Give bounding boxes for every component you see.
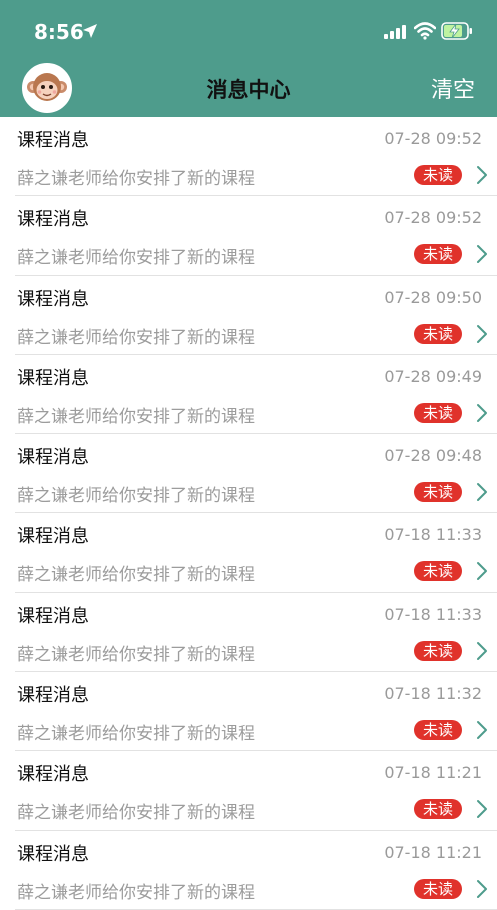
- message-list: 课程消息 07-28 09:52 薛之谦老师给你安排了新的课程 未读 课程消息 07-28…: [0, 117, 497, 910]
- message-preview: 薛之谦老师给你安排了新的课程: [17, 724, 255, 745]
- message-item[interactable]: 课程消息 07-18 11:32 薛之谦老师给你安排了新的课程 未读: [15, 672, 497, 752]
- message-item[interactable]: 课程消息 07-28 09:50 薛之谦老师给你安排了新的课程 未读: [15, 276, 497, 355]
- top-bar: 8:56 消息中心 清空: [0, 0, 497, 117]
- wifi-icon: [414, 22, 436, 40]
- unread-badge: 未读: [413, 244, 462, 265]
- message-title: 课程消息: [17, 209, 89, 231]
- message-title: 课程消息: [17, 843, 89, 865]
- message-item[interactable]: 课程消息 07-28 09:52 薛之谦老师给你安排了新的课程 未读: [15, 117, 497, 197]
- unread-badge: 未读: [413, 878, 462, 899]
- battery-charging-icon: [441, 22, 472, 40]
- message-preview: 薛之谦老师给你安排了新的课程: [17, 169, 255, 189]
- message-time: 07-18 11:33: [384, 525, 482, 545]
- cellular-signal-icon: [384, 25, 406, 39]
- chevron-right-icon: [477, 562, 487, 581]
- unread-badge: 未读: [413, 482, 462, 503]
- message-time: 07-28 09:50: [384, 287, 482, 307]
- unread-badge: 未读: [413, 720, 462, 741]
- message-title: 课程消息: [17, 685, 89, 707]
- message-preview: 薛之谦老师给你安排了新的课程: [17, 882, 255, 903]
- unread-badge: 未读: [413, 799, 462, 820]
- message-preview: 薛之谦老师给你安排了新的课程: [17, 803, 255, 824]
- unread-badge: 未读: [413, 561, 462, 582]
- page-title: 消息中心: [206, 78, 291, 102]
- unread-badge: 未读: [413, 323, 462, 344]
- message-preview: 薛之谦老师给你安排了新的课程: [17, 327, 255, 348]
- chevron-right-icon: [477, 245, 487, 264]
- message-item[interactable]: 课程消息 07-28 09:52 薛之谦老师给你安排了新的课程 未读: [15, 196, 497, 276]
- message-title: 课程消息: [17, 447, 89, 469]
- message-time: 07-28 09:52: [384, 129, 482, 148]
- message-time: 07-28 09:52: [384, 208, 482, 228]
- message-item[interactable]: 课程消息 07-28 09:49 薛之谦老师给你安排了新的课程 未读: [15, 355, 497, 435]
- chevron-right-icon: [477, 800, 487, 819]
- unread-badge: 未读: [413, 640, 462, 661]
- message-item[interactable]: 课程消息 07-18 11:33 薛之谦老师给你安排了新的课程 未读: [15, 593, 497, 673]
- chevron-right-icon: [477, 483, 487, 502]
- message-title: 课程消息: [17, 526, 89, 548]
- status-time: 8:56: [34, 20, 84, 44]
- message-title: 课程消息: [17, 367, 89, 389]
- message-preview: 薛之谦老师给你安排了新的课程: [17, 486, 255, 507]
- message-time: 07-18 11:21: [384, 842, 482, 862]
- clear-button[interactable]: 清空: [431, 72, 475, 104]
- message-time: 07-18 11:33: [384, 604, 482, 624]
- message-time: 07-28 09:49: [384, 366, 482, 386]
- message-title: 课程消息: [17, 288, 89, 310]
- unread-badge: 未读: [413, 165, 462, 185]
- message-preview: 薛之谦老师给你安排了新的课程: [17, 565, 255, 586]
- message-preview: 薛之谦老师给你安排了新的课程: [17, 248, 255, 269]
- message-title: 课程消息: [17, 130, 89, 151]
- message-time: 07-28 09:48: [384, 446, 482, 466]
- chevron-right-icon: [477, 721, 487, 740]
- chevron-right-icon: [477, 879, 487, 898]
- message-item[interactable]: 课程消息 07-18 11:21 薛之谦老师给你安排了新的课程 未读: [15, 751, 497, 831]
- message-item[interactable]: 课程消息 07-18 11:21 薛之谦老师给你安排了新的课程 未读: [15, 831, 497, 910]
- chevron-right-icon: [477, 324, 487, 343]
- message-title: 课程消息: [17, 605, 89, 627]
- message-item[interactable]: 课程消息 07-28 09:48 薛之谦老师给你安排了新的课程 未读: [15, 434, 497, 514]
- chevron-right-icon: [477, 641, 487, 660]
- message-time: 07-18 11:21: [384, 763, 482, 783]
- unread-badge: 未读: [413, 402, 462, 423]
- chevron-right-icon: [477, 403, 487, 422]
- location-arrow-icon: [83, 24, 97, 38]
- message-item[interactable]: 课程消息 07-18 11:33 薛之谦老师给你安排了新的课程 未读: [15, 513, 497, 593]
- message-preview: 薛之谦老师给你安排了新的课程: [17, 406, 255, 427]
- chevron-right-icon: [477, 166, 487, 184]
- message-time: 07-18 11:32: [384, 684, 482, 704]
- message-title: 课程消息: [17, 764, 89, 786]
- message-preview: 薛之谦老师给你安排了新的课程: [17, 644, 255, 665]
